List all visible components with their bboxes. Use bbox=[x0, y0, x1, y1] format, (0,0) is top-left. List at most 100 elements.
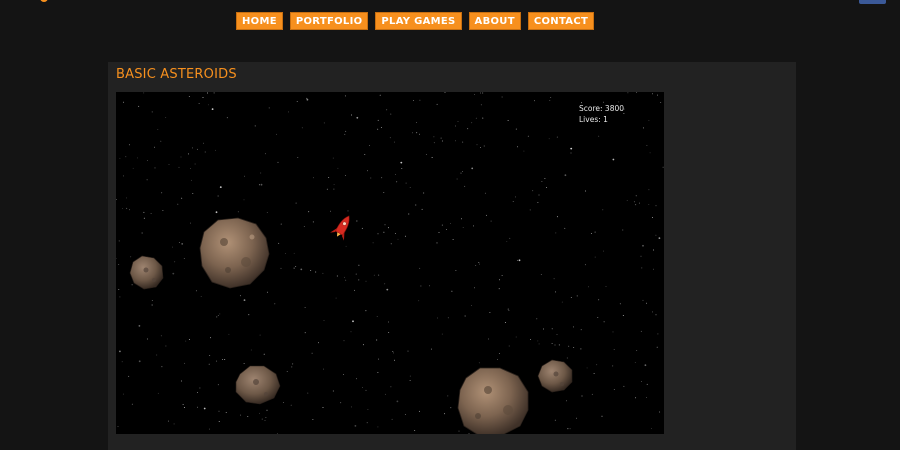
star bbox=[509, 237, 511, 239]
star bbox=[540, 274, 542, 275]
star bbox=[207, 104, 209, 106]
star bbox=[361, 227, 363, 229]
star bbox=[118, 264, 120, 265]
star bbox=[635, 204, 637, 206]
star bbox=[445, 228, 447, 230]
star bbox=[648, 189, 650, 191]
star bbox=[657, 333, 659, 335]
star bbox=[222, 359, 223, 360]
star bbox=[515, 336, 517, 338]
star bbox=[372, 242, 374, 244]
star bbox=[345, 279, 347, 281]
star bbox=[377, 128, 379, 130]
star bbox=[172, 246, 174, 248]
star bbox=[642, 127, 644, 129]
star bbox=[475, 265, 477, 267]
star bbox=[395, 174, 397, 175]
star bbox=[527, 135, 529, 137]
star bbox=[285, 253, 286, 254]
star bbox=[590, 233, 592, 235]
star bbox=[190, 222, 191, 224]
star bbox=[411, 132, 413, 134]
star bbox=[388, 331, 390, 333]
star bbox=[429, 285, 431, 287]
nav-play-games-button[interactable]: PLAY GAMES bbox=[375, 12, 462, 30]
nav-home-button[interactable]: HOME bbox=[236, 12, 283, 30]
star bbox=[197, 406, 198, 408]
star bbox=[307, 392, 309, 394]
star bbox=[390, 113, 392, 115]
star bbox=[652, 93, 653, 95]
star bbox=[328, 176, 330, 178]
star bbox=[130, 256, 132, 258]
star bbox=[397, 238, 399, 240]
star bbox=[185, 340, 187, 342]
star bbox=[605, 285, 607, 287]
star bbox=[215, 211, 218, 214]
star bbox=[580, 348, 582, 350]
star bbox=[263, 353, 265, 355]
star bbox=[192, 193, 194, 195]
star bbox=[378, 358, 380, 360]
star bbox=[146, 338, 148, 340]
star bbox=[626, 199, 628, 201]
facebook-like-button[interactable] bbox=[859, 0, 886, 4]
star bbox=[119, 296, 121, 298]
star bbox=[457, 121, 459, 122]
star bbox=[655, 314, 657, 316]
star bbox=[553, 278, 555, 280]
star bbox=[138, 325, 141, 327]
asteroid-icon bbox=[199, 217, 270, 289]
star bbox=[141, 232, 143, 234]
star bbox=[634, 361, 636, 363]
star bbox=[530, 339, 532, 341]
star bbox=[266, 409, 268, 411]
star bbox=[379, 94, 381, 96]
star bbox=[260, 172, 262, 174]
star bbox=[330, 210, 331, 212]
star bbox=[156, 354, 158, 356]
star bbox=[576, 295, 578, 297]
star bbox=[373, 274, 375, 276]
star bbox=[280, 223, 282, 225]
asteroid-icon bbox=[235, 365, 281, 405]
star bbox=[183, 258, 185, 260]
star bbox=[504, 322, 506, 323]
star bbox=[584, 264, 586, 266]
star bbox=[380, 127, 382, 129]
star bbox=[312, 221, 314, 223]
star bbox=[474, 94, 476, 96]
game-canvas[interactable]: Score: 3800 Lives: 1 bbox=[116, 92, 664, 434]
star bbox=[550, 96, 552, 98]
star bbox=[310, 270, 312, 272]
star bbox=[484, 192, 486, 194]
star bbox=[303, 226, 305, 228]
star bbox=[588, 286, 589, 288]
star bbox=[323, 368, 325, 370]
star bbox=[451, 290, 453, 292]
star bbox=[280, 267, 282, 269]
star bbox=[449, 222, 451, 224]
main-nav: HOME PORTFOLIO PLAY GAMES ABOUT CONTACT bbox=[236, 12, 595, 30]
star bbox=[157, 392, 159, 394]
nav-about-button[interactable]: ABOUT bbox=[468, 12, 521, 30]
star bbox=[196, 148, 198, 150]
star bbox=[274, 303, 276, 305]
star bbox=[151, 300, 153, 302]
nav-portfolio-button[interactable]: PORTFOLIO bbox=[289, 12, 369, 30]
site-logo[interactable] bbox=[40, 0, 48, 2]
star bbox=[306, 98, 309, 101]
star bbox=[323, 320, 325, 321]
star bbox=[507, 120, 509, 121]
star bbox=[436, 103, 438, 105]
nav-contact-button[interactable]: CONTACT bbox=[527, 12, 595, 30]
star bbox=[551, 328, 553, 330]
star bbox=[336, 275, 338, 277]
star bbox=[390, 243, 392, 245]
star bbox=[224, 359, 226, 360]
star bbox=[228, 333, 230, 335]
star bbox=[585, 190, 587, 192]
star bbox=[121, 207, 123, 209]
star bbox=[444, 413, 446, 415]
star bbox=[405, 182, 407, 184]
